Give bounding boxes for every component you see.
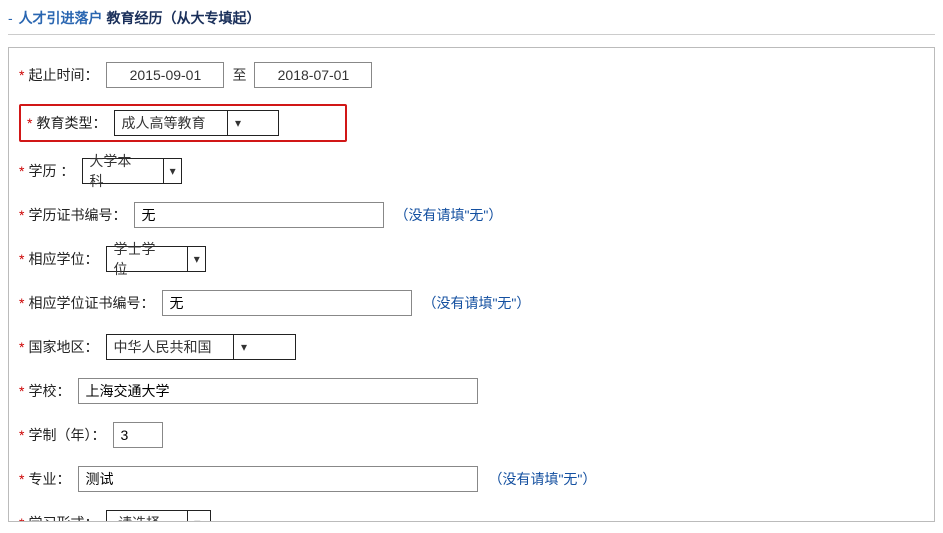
input-degree-cert[interactable] [134,202,384,228]
hint-degree-cert: （没有请填"无"） [394,205,502,225]
row-major: * 专业： （没有请填"无"） [19,464,924,494]
required-mark: * [19,427,24,443]
label-degree-cert: 学历证书编号： [28,205,126,225]
chevron-down-icon: ▾ [187,247,205,271]
highlight-edu-type: * 教育类型： 成人高等教育 ▾ [19,104,347,142]
required-mark: * [19,471,24,487]
label-bachelor: 相应学位： [28,249,98,269]
input-date-from[interactable]: 2015-09-01 [106,62,224,88]
label-country: 国家地区： [28,337,98,357]
select-edu-type-value: 成人高等教育 [121,113,227,133]
required-mark: * [19,163,24,179]
select-bachelor[interactable]: 学士学位 ▾ [106,246,206,272]
label-bachelor-cert: 相应学位证书编号： [28,293,154,313]
label-school: 学校： [28,381,70,401]
input-date-to[interactable]: 2018-07-01 [254,62,372,88]
row-bachelor: * 相应学位： 学士学位 ▾ [19,244,924,274]
required-mark: * [27,115,32,131]
chevron-down-icon: ▾ [233,335,253,359]
chevron-down-icon: ▾ [227,111,247,135]
hint-bachelor-cert: （没有请填"无"） [422,293,530,313]
select-study-mode-value: -请选择- [113,513,186,522]
required-mark: * [19,295,24,311]
row-country: * 国家地区： 中华人民共和国 ▾ [19,332,924,362]
label-major: 专业： [28,469,70,489]
row-study-mode: * 学习形式： -请选择- ▾ [19,508,924,522]
input-major[interactable] [78,466,478,492]
required-mark: * [19,339,24,355]
select-country[interactable]: 中华人民共和国 ▾ [106,334,296,360]
row-bachelor-cert: * 相应学位证书编号： （没有请填"无"） [19,288,924,318]
required-mark: * [19,67,24,83]
chevron-down-icon: ▾ [187,511,207,522]
label-edu-type: 教育类型： [36,113,106,133]
label-study-mode: 学习形式： [28,513,98,522]
header-dash: - [8,10,15,26]
header-title-dark: 教育经历（从大专填起） [106,10,260,26]
row-degree-cert: * 学历证书编号： （没有请填"无"） [19,200,924,230]
input-bachelor-cert[interactable] [162,290,412,316]
input-school[interactable] [78,378,478,404]
select-country-value: 中华人民共和国 [113,337,233,357]
row-edu-type: * 教育类型： 成人高等教育 ▾ [19,104,924,142]
row-school: * 学校： [19,376,924,406]
required-mark: * [19,207,24,223]
form-panel: * 起止时间： 2015-09-01 至 2018-07-01 * 教育类型： … [8,47,935,522]
input-years[interactable] [113,422,163,448]
select-edu-type[interactable]: 成人高等教育 ▾ [114,110,279,136]
required-mark: * [19,251,24,267]
page-header: - 人才引进落户 教育经历（从大专填起） [8,0,935,35]
row-degree: * 学历 ： 大学本科 ▾ [19,156,924,186]
row-years: * 学制（年）： [19,420,924,450]
select-degree[interactable]: 大学本科 ▾ [82,158,182,184]
hint-major: （没有请填"无"） [488,469,596,489]
label-date-to: 至 [232,65,246,85]
label-date: 起止时间： [28,65,98,85]
required-mark: * [19,383,24,399]
select-degree-value: 大学本科 [89,151,163,191]
label-degree: 学历 ： [28,161,74,181]
chevron-down-icon: ▾ [163,159,181,183]
required-mark: * [19,515,24,522]
select-bachelor-value: 学士学位 [113,239,187,279]
label-years: 学制（年）： [28,425,105,445]
header-title-blue: 人才引进落户 [19,10,103,26]
row-date-range: * 起止时间： 2015-09-01 至 2018-07-01 [19,60,924,90]
select-study-mode[interactable]: -请选择- ▾ [106,510,211,522]
